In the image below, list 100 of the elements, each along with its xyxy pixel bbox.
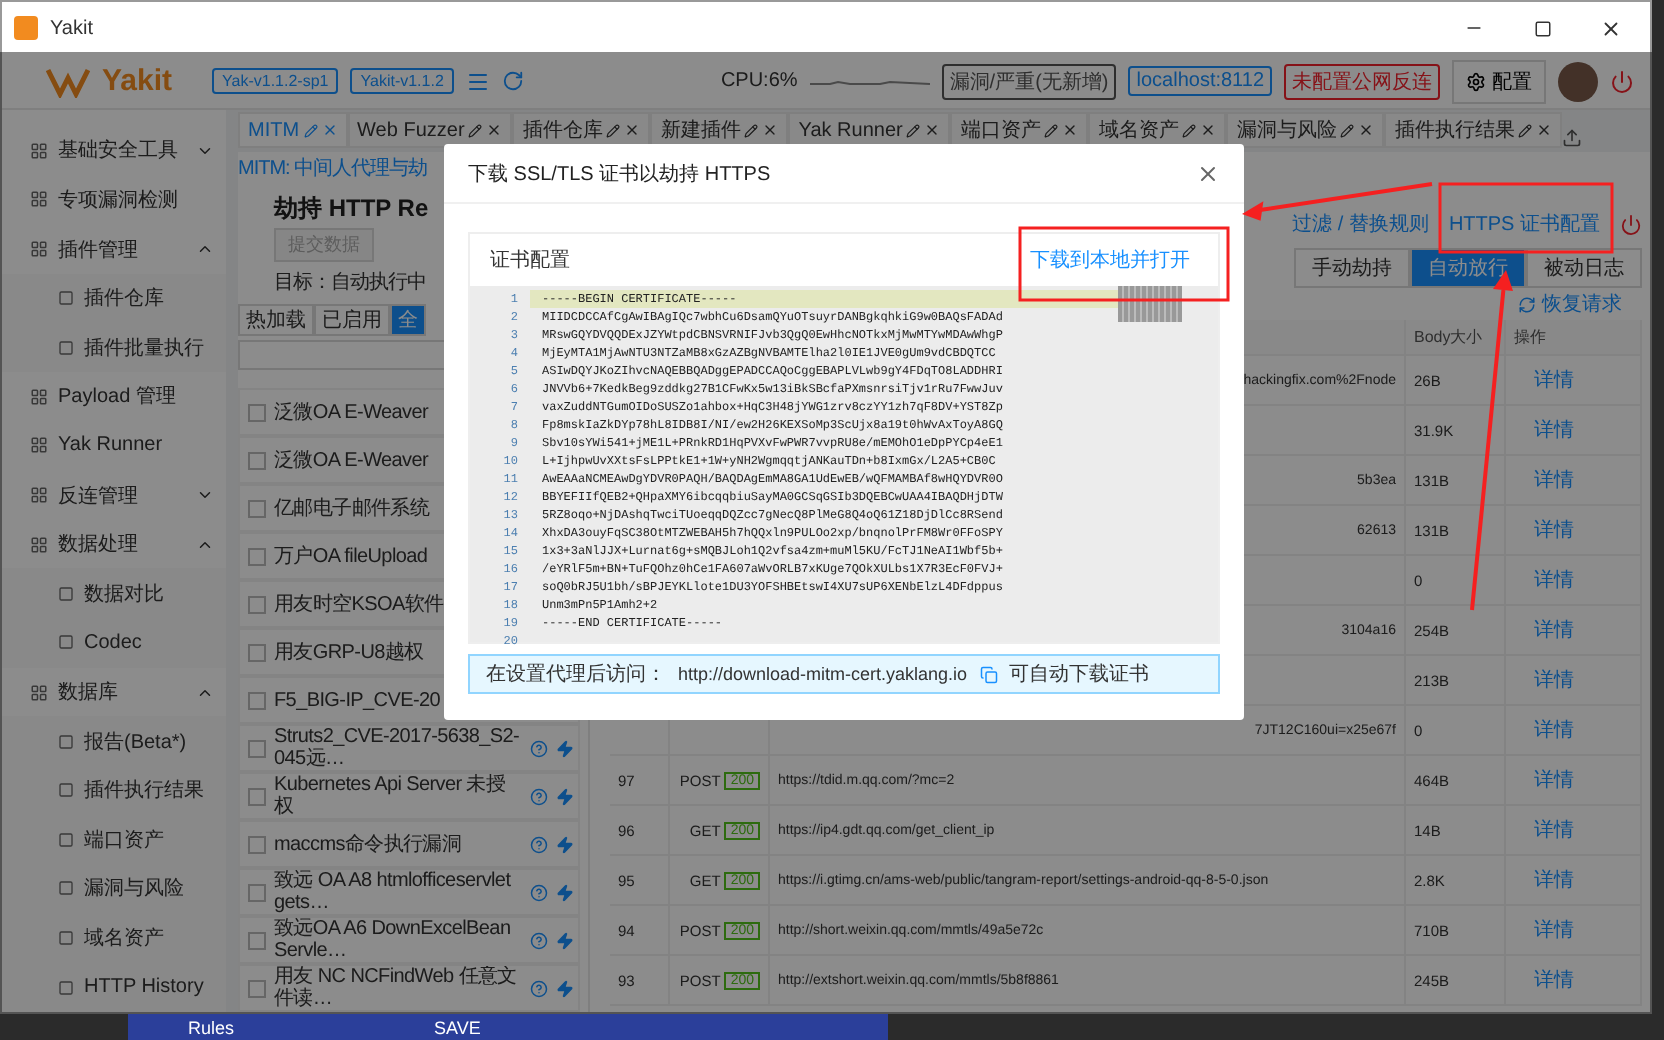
grid-icon — [30, 535, 48, 554]
edit-icon[interactable] — [1044, 123, 1059, 137]
close-icon[interactable] — [624, 122, 641, 138]
close-icon[interactable] — [321, 122, 338, 138]
close-icon[interactable] — [924, 122, 941, 138]
edit-icon[interactable] — [303, 123, 318, 137]
edit-icon[interactable] — [744, 123, 759, 137]
mode-button[interactable]: 被动日志 — [1526, 248, 1642, 288]
close-icon[interactable] — [1536, 122, 1553, 138]
download-link[interactable]: 下载到本地并打开 — [1030, 246, 1190, 274]
user-avatar[interactable] — [1558, 61, 1598, 101]
help-icon[interactable] — [530, 739, 548, 757]
checkbox[interactable] — [248, 691, 266, 709]
dialog-title: 下载 SSL/TLS 证书以劫持 HTTPS — [468, 161, 771, 187]
grid-icon — [30, 190, 48, 209]
detail-link[interactable]: 详情 — [1534, 516, 1574, 544]
grid-icon — [30, 436, 48, 455]
tab[interactable]: Web Fuzzer — [347, 112, 513, 148]
help-icon[interactable] — [530, 979, 548, 997]
host-tag: localhost:8112 — [1128, 66, 1272, 96]
code-editor[interactable] — [470, 286, 1218, 642]
menu-icon[interactable] — [465, 69, 490, 93]
plugin-row[interactable]: Struts2_CVE-2017-5638_S2-045远… — [238, 724, 580, 772]
help-icon[interactable] — [530, 931, 548, 949]
square-icon — [58, 880, 74, 897]
risk-status-tag: 漏洞/严重(无新增) — [941, 63, 1117, 99]
column-header: 操作 — [1506, 320, 1642, 356]
detail-link[interactable]: 详情 — [1534, 716, 1574, 744]
power-icon[interactable] — [1620, 213, 1642, 235]
detail-link[interactable]: 详情 — [1534, 816, 1574, 844]
square-icon — [58, 930, 74, 947]
checkbox[interactable] — [248, 883, 266, 901]
lightning-icon — [556, 739, 574, 757]
checkbox[interactable] — [248, 931, 266, 949]
filter-tab[interactable]: 热加载 — [238, 304, 314, 336]
mode-button[interactable]: 手动劫持 — [1294, 248, 1410, 288]
checkbox[interactable] — [248, 787, 266, 805]
close-icon[interactable] — [762, 122, 779, 138]
lightning-icon — [556, 931, 574, 949]
checkbox[interactable] — [248, 643, 266, 661]
edit-icon[interactable] — [468, 123, 483, 137]
help-icon[interactable] — [530, 883, 548, 901]
detail-link[interactable]: 详情 — [1534, 616, 1574, 644]
edit-icon[interactable] — [906, 123, 921, 137]
help-icon[interactable] — [530, 835, 548, 853]
cert-url: http://download-mitm-cert.yaklang.io — [678, 664, 968, 684]
refresh-icon[interactable] — [1518, 295, 1536, 313]
close-icon[interactable] — [1358, 122, 1375, 138]
edit-icon[interactable] — [1340, 123, 1355, 137]
panel-title: 劫持 HTTP Re — [274, 192, 429, 226]
lightning-icon — [556, 883, 574, 901]
close-icon[interactable] — [1196, 161, 1220, 185]
detail-link[interactable]: 详情 — [1534, 666, 1574, 694]
taskbar-label: SAVE — [434, 1017, 481, 1037]
plugin-row[interactable]: Kubernetes Api Server 未授权 — [238, 772, 580, 820]
help-icon[interactable] — [530, 787, 548, 805]
detail-link[interactable]: 详情 — [1534, 566, 1574, 594]
detail-link[interactable]: 详情 — [1534, 966, 1574, 994]
edit-icon[interactable] — [1182, 123, 1197, 137]
lightning-icon — [556, 835, 574, 853]
close-icon[interactable] — [486, 122, 503, 138]
export-icon[interactable] — [1562, 128, 1583, 148]
checkbox[interactable] — [248, 739, 266, 757]
reverse-status-tag: 未配置公网反连 — [1284, 63, 1440, 99]
app-icon — [14, 16, 38, 40]
grid-icon — [30, 683, 48, 701]
power-icon[interactable] — [1610, 69, 1634, 93]
checkbox[interactable] — [248, 835, 266, 853]
edit-icon[interactable] — [1518, 123, 1533, 137]
filter-tab[interactable]: 全 — [390, 304, 426, 336]
restore-link[interactable]: 恢复请求 — [1542, 290, 1622, 318]
edit-icon[interactable] — [606, 123, 621, 137]
filter-rules-link[interactable]: 过滤 / 替换规则 — [1292, 210, 1429, 238]
checkbox[interactable] — [248, 403, 266, 421]
detail-link[interactable]: 详情 — [1534, 366, 1574, 394]
checkbox[interactable] — [248, 499, 266, 517]
plugin-row[interactable]: 致远OA A6 DownExcelBeanServle… — [238, 916, 580, 964]
version-tag: Yakit-v1.1.2 — [350, 68, 454, 94]
close-icon[interactable] — [1062, 122, 1079, 138]
tab[interactable]: 插件执行结果 — [1384, 112, 1563, 148]
detail-link[interactable]: 详情 — [1534, 916, 1574, 944]
detail-link[interactable]: 详情 — [1534, 766, 1574, 794]
app-logo: Yakit — [102, 64, 173, 98]
checkbox[interactable] — [248, 595, 266, 613]
tab[interactable]: 漏洞与风险 — [1226, 112, 1385, 148]
target-status: 目标：自动执行中 — [274, 269, 426, 298]
checkbox[interactable] — [248, 979, 266, 997]
window-title: Yakit — [50, 17, 93, 39]
copy-icon[interactable] — [979, 665, 998, 683]
checkbox[interactable] — [248, 547, 266, 565]
plugin-row[interactable]: maccms命令执行漏洞 — [238, 820, 580, 868]
refresh-icon[interactable] — [501, 70, 524, 92]
detail-link[interactable]: 详情 — [1534, 866, 1574, 894]
config-button[interactable]: 配置 — [1452, 59, 1546, 103]
plugin-row[interactable]: 致远 OA A8 htmlofficeservlet gets… — [238, 868, 580, 916]
detail-link[interactable]: 详情 — [1534, 466, 1574, 494]
close-icon[interactable] — [1200, 122, 1217, 138]
checkbox[interactable] — [248, 451, 266, 469]
filter-tab[interactable]: 已启用 — [314, 304, 390, 336]
detail-link[interactable]: 详情 — [1534, 416, 1574, 444]
